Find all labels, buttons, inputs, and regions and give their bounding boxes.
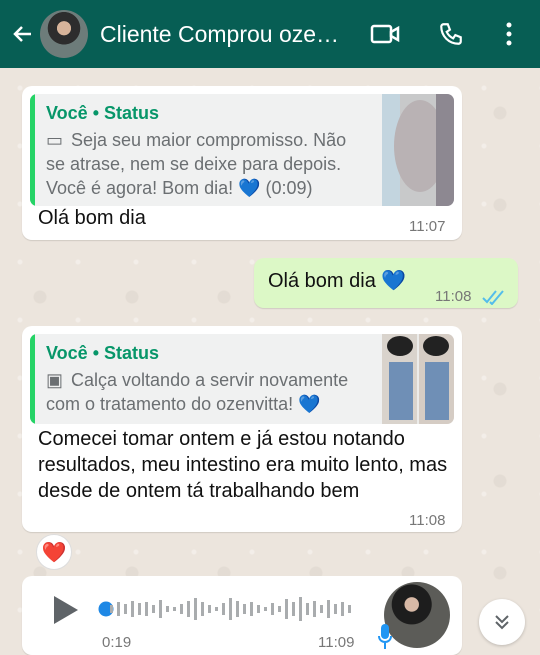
chevron-double-down-icon [495, 615, 509, 630]
back-arrow-icon[interactable] [10, 21, 36, 47]
quote-accent-bar [30, 334, 35, 424]
sender-avatar [384, 582, 450, 648]
message-time: 11:08 [435, 288, 472, 305]
audio-waveform [110, 597, 351, 621]
sent-message[interactable]: Olá bom dia 💙 11:08 [254, 258, 518, 308]
chat-title[interactable]: Cliente Comprou oze… [100, 21, 355, 48]
video-status-icon: ▭ [46, 130, 64, 150]
status-thumbnail [382, 94, 454, 206]
phone-icon[interactable] [435, 18, 467, 50]
quote-content: ▣ Calça voltando a servir novamente com … [46, 370, 349, 414]
photo-status-icon: ▣ [46, 370, 64, 390]
scroll-to-bottom-button[interactable] [479, 599, 525, 645]
play-icon[interactable] [52, 594, 80, 626]
received-message[interactable]: Você • Status ▣ Calça voltando a servir … [22, 326, 462, 532]
message-time: 11:09 [318, 634, 355, 651]
message-text: Olá bom dia 💙 [268, 270, 407, 292]
message-time: 11:07 [409, 218, 446, 235]
quote-author: Você • Status [46, 103, 160, 123]
received-message[interactable]: Você • Status ▭ Seja seu maior compromis… [22, 86, 462, 240]
quote-accent-bar [30, 94, 35, 206]
more-options-icon[interactable] [493, 18, 525, 50]
reaction-badge[interactable]: ❤️ [36, 534, 72, 570]
status-reply-quote[interactable]: Você • Status ▣ Calça voltando a servir … [30, 334, 454, 424]
microphone-icon [378, 624, 392, 649]
message-text: Comecei tomar ontem e já estou notando r… [38, 428, 448, 502]
read-receipt-icon [482, 290, 504, 305]
quote-author: Você • Status [46, 343, 160, 363]
quote-content: ▭ Seja seu maior compromisso. Não se atr… [46, 130, 347, 198]
status-thumbnail [382, 334, 454, 424]
message-time: 11:08 [409, 512, 446, 529]
audio-duration: 0:19 [102, 634, 132, 651]
status-reply-quote[interactable]: Você • Status ▭ Seja seu maior compromis… [30, 94, 454, 206]
audio-message[interactable]: 0:19 11:09 [22, 576, 462, 655]
message-text: Olá bom dia [38, 207, 146, 229]
contact-avatar[interactable] [40, 10, 88, 58]
video-call-icon[interactable] [369, 18, 401, 50]
chat-header: Cliente Comprou oze… [0, 0, 540, 68]
